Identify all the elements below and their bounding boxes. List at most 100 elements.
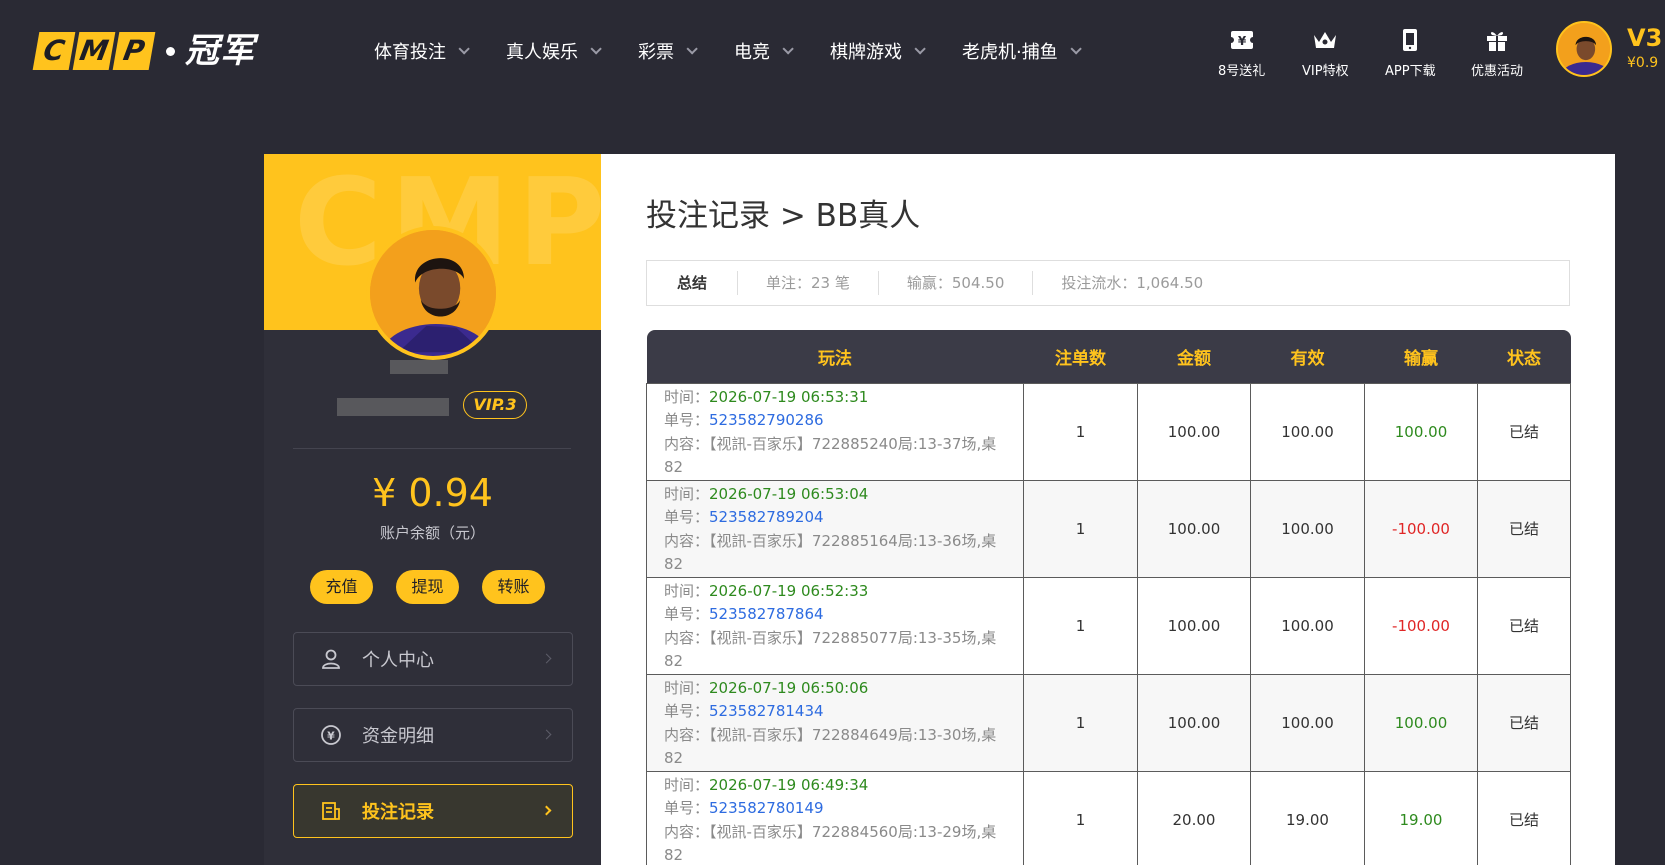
content-label: 内容：: [664, 822, 710, 841]
page-title: 投注记录 > BB真人: [646, 198, 921, 234]
logo-dot: [166, 46, 175, 56]
column-header-result: 输赢: [1364, 330, 1478, 383]
bet-info-cell: 时间：2026-07-19 06:49:34 单号：523582780149 内…: [646, 770, 1024, 865]
bet-valid: 100.00: [1250, 382, 1365, 481]
gift-icon: [1487, 32, 1507, 51]
chevron-down-icon: [1070, 43, 1082, 55]
bet-valid: 100.00: [1250, 479, 1365, 578]
bet-amount: 100.00: [1137, 673, 1251, 772]
quick-link-app[interactable]: APP下载: [1385, 26, 1436, 79]
table-row: 时间：2026-07-19 06:53:04 单号：523582789204 内…: [646, 479, 1571, 578]
bet-time: 2026-07-19 06:50:06: [709, 678, 869, 697]
quick-link-label: 8号送礼: [1218, 64, 1266, 79]
chevron-down-icon: [782, 43, 794, 55]
divider: [293, 448, 571, 449]
bet-valid: 100.00: [1250, 673, 1365, 772]
column-header-amount: 金额: [1137, 330, 1251, 383]
bet-amount: 100.00: [1137, 382, 1251, 481]
column-header-status: 状态: [1477, 330, 1571, 383]
chevron-right-icon: [541, 729, 552, 740]
bet-result: -100.00: [1364, 576, 1478, 675]
logo[interactable]: C M P 冠军: [32, 31, 255, 71]
nav-card-games[interactable]: 棋牌游戏: [830, 38, 926, 64]
sidebar-item-bet-records[interactable]: 投注记录: [293, 784, 573, 838]
withdraw-button[interactable]: 提现: [396, 570, 459, 604]
bet-result: 100.00: [1364, 382, 1478, 481]
nav-sports[interactable]: 体育投注: [374, 38, 470, 64]
nav-label: 电竞: [734, 42, 770, 63]
order-number-link[interactable]: 523582790286: [709, 411, 824, 429]
quick-link-label: VIP特权: [1302, 64, 1349, 79]
sidebar-item-label: 投注记录: [362, 802, 434, 823]
bet-info-cell: 时间：2026-07-19 06:53:31 单号：523582790286 内…: [646, 382, 1024, 481]
order-number-link[interactable]: 523582780149: [709, 799, 824, 817]
bet-count: 1: [1023, 479, 1138, 578]
bet-status: 已结: [1477, 479, 1571, 578]
bet-result: -100.00: [1364, 479, 1478, 578]
bet-time: 2026-07-19 06:49:34: [709, 775, 869, 794]
table-header-row: 玩法 注单数 金额 有效 输赢 状态: [646, 330, 1571, 383]
quick-link-label: APP下载: [1385, 64, 1436, 79]
order-number-link[interactable]: 523582787864: [709, 605, 824, 623]
summary-bar: 总结 单注：23 笔 输赢：504.50 投注流水：1,064.50: [646, 260, 1570, 306]
time-label: 时间：: [664, 775, 710, 794]
transfer-button[interactable]: 转账: [482, 570, 545, 604]
bet-amount: 20.00: [1137, 770, 1251, 865]
quick-link-vip[interactable]: VIP特权: [1302, 26, 1349, 79]
bet-amount: 100.00: [1137, 479, 1251, 578]
sidebar-item-funds[interactable]: ¥ 资金明细: [293, 708, 573, 762]
bet-result: 19.00: [1364, 770, 1478, 865]
bet-time: 2026-07-19 06:53:31: [709, 387, 869, 406]
order-number-link[interactable]: 523582781434: [709, 702, 824, 720]
bet-status: 已结: [1477, 770, 1571, 865]
nav-label: 彩票: [638, 42, 674, 63]
table-row: 时间：2026-07-19 06:50:06 单号：523582781434 内…: [646, 673, 1571, 772]
bet-valid: 19.00: [1250, 770, 1365, 865]
avatar[interactable]: [1556, 21, 1612, 77]
summary-label: 总结: [647, 271, 739, 295]
bet-status: 已结: [1477, 576, 1571, 675]
vip-level: V3: [1627, 24, 1663, 52]
masked-username: [337, 398, 449, 416]
account-sidebar: CMP VIP.3 ¥ 0.94 账户余额（元） 充值 提现 转账 个人中心 ¥…: [264, 154, 601, 865]
masked-username-bar: [390, 360, 448, 374]
chevron-right-icon: [541, 653, 552, 664]
nav-lottery[interactable]: 彩票: [638, 38, 698, 64]
bet-time: 2026-07-19 06:52:33: [709, 581, 869, 600]
bet-content: 【视訊-百家乐】722885164局:13-36场,桌82: [664, 531, 997, 574]
summary-profit: 输赢：504.50: [879, 271, 1034, 295]
bet-content: 【视訊-百家乐】722884560局:13-29场,桌82: [664, 822, 997, 865]
order-label: 单号：: [664, 605, 710, 623]
bet-status: 已结: [1477, 382, 1571, 481]
account-balance-label: 账户余额（元）: [379, 524, 485, 542]
profile-avatar[interactable]: [366, 226, 500, 360]
nav-label: 体育投注: [374, 42, 446, 63]
nav-esports[interactable]: 电竞: [734, 38, 794, 64]
deposit-button[interactable]: 充值: [310, 570, 373, 604]
bet-records-table: 玩法 注单数 金额 有效 输赢 状态 时间：2026-07-19 06:53:3…: [646, 330, 1571, 865]
chevron-down-icon: [686, 43, 698, 55]
column-header-count: 注单数: [1023, 330, 1138, 383]
column-header-valid: 有效: [1250, 330, 1365, 383]
quick-link-gift-day[interactable]: ¥ 8号送礼: [1218, 26, 1265, 79]
order-number-link[interactable]: 523582789204: [709, 508, 824, 526]
table-row: 时间：2026-07-19 06:53:31 单号：523582790286 内…: [646, 382, 1571, 481]
header-balance: ¥0.9: [1627, 55, 1659, 71]
nav-slots-fishing[interactable]: 老虎机·捕鱼: [962, 38, 1082, 64]
logo-text: 冠军: [185, 31, 255, 71]
sidebar-item-profile[interactable]: 个人中心: [293, 632, 573, 686]
summary-turnover: 投注流水：1,064.50: [1061, 274, 1204, 292]
nav-live-casino[interactable]: 真人娱乐: [506, 38, 602, 64]
bet-count: 1: [1023, 576, 1138, 675]
logo-letters: C M P: [32, 32, 156, 70]
ticket-icon: ¥: [1227, 31, 1256, 49]
quick-link-label: 优惠活动: [1471, 64, 1524, 79]
order-label: 单号：: [664, 508, 710, 526]
order-label: 单号：: [664, 799, 710, 817]
quick-link-promotions[interactable]: 优惠活动: [1471, 26, 1523, 79]
phone-icon: [1403, 29, 1418, 51]
profile-avatar-image: [370, 230, 496, 356]
vip-badge: VIP.3: [463, 391, 527, 419]
time-label: 时间：: [664, 484, 710, 503]
avatar-image: [1558, 23, 1610, 75]
